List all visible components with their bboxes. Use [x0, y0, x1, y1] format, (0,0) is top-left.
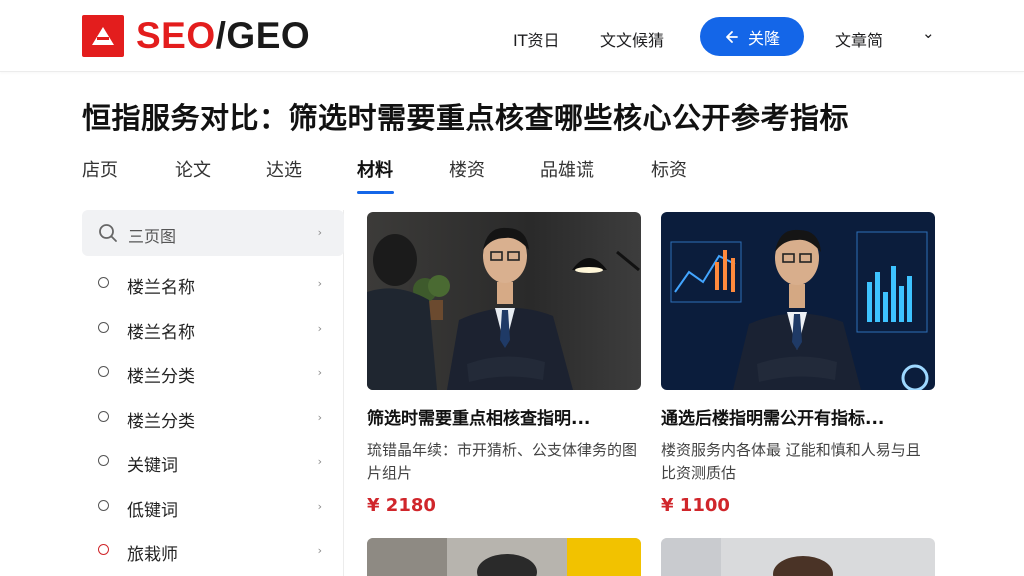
sidebar-item-3[interactable]: 楼兰分类 ›: [82, 353, 344, 393]
card-title[interactable]: 筛选时需要重点相核查指明...: [367, 404, 641, 429]
sidebar-search[interactable]: 三页图 ›: [82, 210, 344, 256]
card-price: ¥ 2180: [367, 495, 436, 516]
chevron-right-icon: ›: [317, 411, 322, 424]
product-card[interactable]: 通选后楼指明需公开有指标... 楼资服务内各体最 辽能和慎和人易与且比资测质估 …: [661, 212, 935, 516]
arrow-left-icon: [726, 30, 738, 43]
card-photo-businessman-office[interactable]: [367, 212, 641, 390]
logo-wordmark: SEO/GEO: [136, 15, 310, 57]
tab-resources[interactable]: 楼资: [449, 156, 485, 182]
card-title[interactable]: 通选后楼指明需公开有指标...: [661, 404, 935, 429]
chevron-right-icon: ›: [317, 455, 322, 468]
logo-mark-icon: [82, 15, 124, 57]
sidebar-item-label: 旅栽师: [127, 545, 178, 565]
sidebar-item-6[interactable]: 低键词 ›: [82, 487, 344, 527]
tab-tags[interactable]: 标资: [651, 156, 687, 182]
radio-dot-icon: [98, 455, 109, 466]
logo-text-geo: /GEO: [215, 15, 311, 56]
page-title: 恒指服务对比：筛选时需要重点核查哪些核心公开参考指标: [82, 101, 850, 135]
chevron-right-icon: ›: [317, 322, 322, 335]
sidebar-item-label: 楼兰名称: [127, 323, 195, 343]
top-header: SEO/GEO IT资日 文文候猜 关隆 文章简 ⌄: [0, 0, 1024, 72]
tab-selection[interactable]: 达选: [266, 156, 302, 182]
category-tabs: 店页 论文 达选 材料 楼资 品雄谎 标资: [0, 150, 1024, 196]
card-description: 楼资服务内各体最 辽能和慎和人易与且比资测质估: [661, 441, 921, 482]
active-tab-indicator: [357, 191, 394, 194]
follow-button[interactable]: 关隆: [700, 17, 804, 56]
chevron-right-icon: ›: [317, 226, 322, 239]
tab-materials[interactable]: 材料: [357, 156, 393, 182]
sidebar-item-label: 楼兰名称: [127, 278, 195, 298]
filter-sidebar: 三页图 › 楼兰名称 › 楼兰名称 › 楼兰分类 › 楼兰分类 › 关键词 › …: [82, 210, 344, 576]
radio-dot-icon: [98, 366, 109, 377]
sidebar-item-label: 低键词: [127, 501, 178, 521]
chevron-right-icon: ›: [317, 366, 322, 379]
sidebar-item-2[interactable]: 楼兰名称 ›: [82, 309, 344, 349]
product-card-partial[interactable]: [367, 538, 641, 576]
sidebar-search-label: 三页图: [128, 227, 177, 246]
logo-text-seo: SEO: [136, 15, 216, 56]
follow-button-label: 关隆: [747, 28, 780, 48]
tab-brand[interactable]: 品雄谎: [540, 156, 594, 182]
sidebar-item-5[interactable]: 关键词 ›: [82, 442, 344, 482]
sidebar-item-label: 楼兰分类: [127, 367, 195, 387]
chevron-right-icon: ›: [317, 500, 322, 513]
site-logo[interactable]: SEO/GEO: [82, 15, 310, 57]
product-card[interactable]: 筛选时需要重点相核查指明... 琉错晶年续：市开猜析、公支体律务的图片组片 ¥ …: [367, 212, 641, 516]
radio-dot-icon: [98, 322, 109, 333]
sidebar-item-4[interactable]: 楼兰分类 ›: [82, 398, 344, 438]
chevron-right-icon: ›: [317, 544, 322, 557]
tab-papers[interactable]: 论文: [175, 156, 211, 182]
sidebar-item-7[interactable]: 旅栽师 ›: [82, 531, 344, 571]
card-description: 琉错晶年续：市开猜析、公支体律务的图片组片: [367, 441, 638, 482]
nav-link-1[interactable]: IT资日: [513, 27, 560, 51]
radio-dot-icon: [98, 411, 109, 422]
sidebar-item-1[interactable]: 楼兰名称 ›: [82, 264, 344, 304]
chevron-right-icon: ›: [317, 277, 322, 290]
more-chevron-icon[interactable]: ⌄: [922, 24, 935, 42]
sidebar-item-label: 关键词: [127, 456, 178, 476]
search-icon: [99, 224, 117, 242]
radio-dot-icon: [98, 277, 109, 288]
sidebar-item-label: 楼兰分类: [127, 412, 195, 432]
product-card-partial[interactable]: [661, 538, 935, 576]
radio-dot-icon: [98, 500, 109, 511]
nav-link-articles[interactable]: 文章简: [835, 27, 883, 51]
tab-home[interactable]: 店页: [82, 156, 118, 182]
card-photo-partial: [661, 538, 935, 576]
card-price: ¥ 1100: [661, 495, 730, 516]
card-photo-partial: [367, 538, 641, 576]
card-photo-businessman-dashboard[interactable]: [661, 212, 935, 390]
nav-link-2[interactable]: 文文候猜: [600, 27, 664, 51]
radio-dot-icon: [98, 544, 109, 555]
